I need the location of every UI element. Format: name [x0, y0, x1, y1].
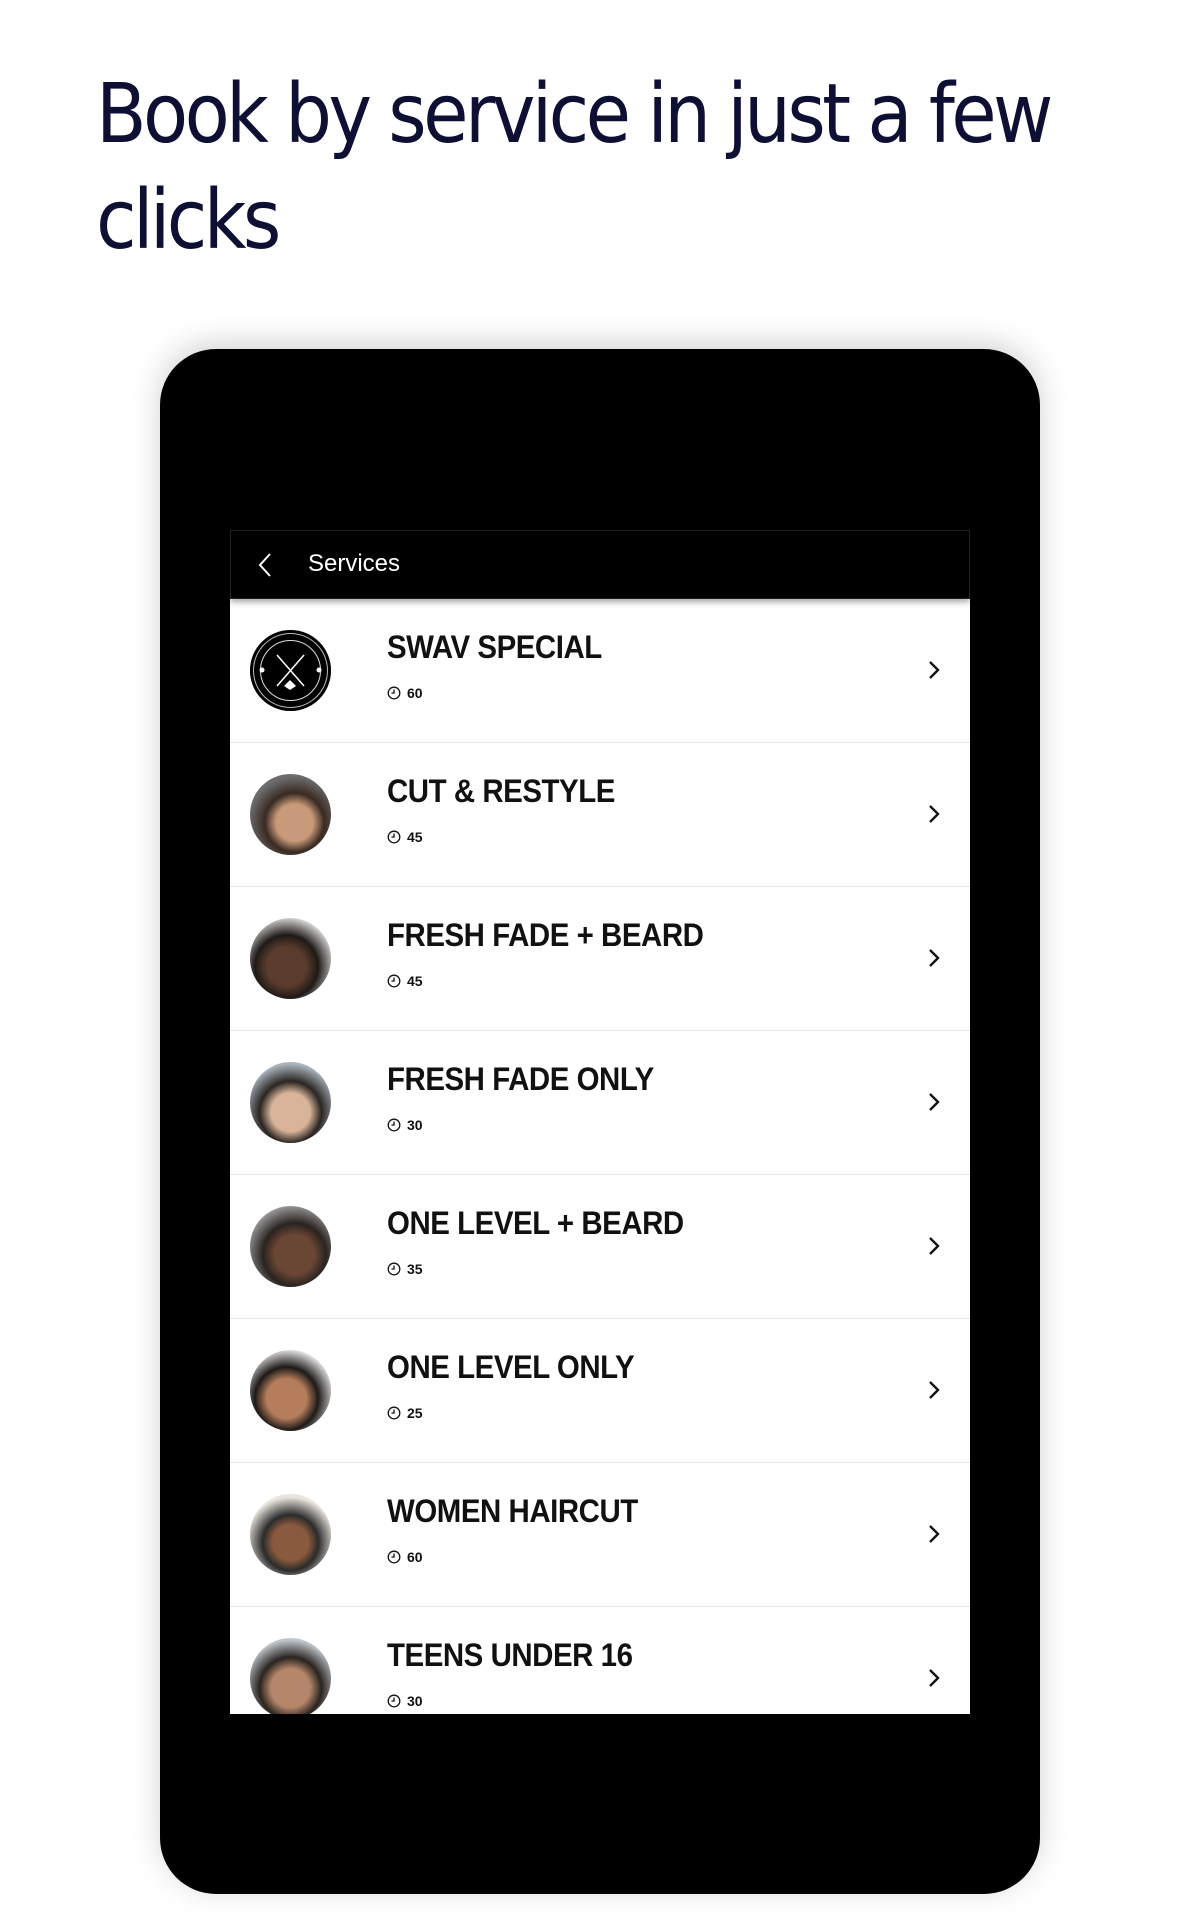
- duration-value: 45: [407, 973, 423, 989]
- duration-value: 35: [407, 1261, 423, 1277]
- service-name: WOMEN HAIRCUT: [387, 1493, 638, 1529]
- page-title: Services: [308, 550, 401, 577]
- service-avatar: [250, 1494, 331, 1575]
- service-duration: 60: [387, 685, 423, 701]
- clock-icon: [387, 1118, 401, 1132]
- service-duration: 45: [387, 973, 423, 989]
- service-duration: 60: [387, 1549, 423, 1565]
- duration-value: 30: [407, 1693, 423, 1709]
- service-avatar: [250, 918, 331, 999]
- service-name: CUT & RESTYLE: [387, 773, 615, 809]
- chevron-right-icon[interactable]: [926, 1089, 942, 1115]
- service-row[interactable]: ONE LEVEL ONLY 25: [230, 1319, 970, 1463]
- headline: Book by service in just a few clicks: [96, 67, 1053, 268]
- service-avatar: [250, 630, 331, 711]
- service-row[interactable]: CUT & RESTYLE 45: [230, 743, 970, 887]
- service-name: ONE LEVEL + BEARD: [387, 1205, 684, 1241]
- clock-icon: [387, 1262, 401, 1276]
- service-row[interactable]: WOMEN HAIRCUT 60: [230, 1463, 970, 1607]
- chevron-left-icon[interactable]: [253, 551, 279, 579]
- chevron-right-icon[interactable]: [926, 657, 942, 683]
- service-duration: 30: [387, 1117, 423, 1133]
- duration-value: 30: [407, 1117, 423, 1133]
- service-row[interactable]: ONE LEVEL + BEARD 35: [230, 1175, 970, 1319]
- clock-icon: [387, 1694, 401, 1708]
- service-row[interactable]: FRESH FADE + BEARD 45: [230, 887, 970, 1031]
- chevron-right-icon[interactable]: [926, 801, 942, 827]
- service-row[interactable]: FRESH FADE ONLY 30: [230, 1031, 970, 1175]
- app-bar: Services: [230, 530, 970, 599]
- duration-value: 25: [407, 1405, 423, 1421]
- service-duration: 25: [387, 1405, 423, 1421]
- logo-icon: [259, 640, 322, 701]
- service-name: TEENS UNDER 16: [387, 1637, 633, 1673]
- clock-icon: [387, 974, 401, 988]
- service-avatar: [250, 1206, 331, 1287]
- chevron-right-icon[interactable]: [926, 1521, 942, 1547]
- chevron-right-icon[interactable]: [926, 1233, 942, 1259]
- service-duration: 30: [387, 1693, 423, 1709]
- service-name: ONE LEVEL ONLY: [387, 1349, 635, 1385]
- service-row[interactable]: SWAV SPECIAL 60: [230, 599, 970, 743]
- clock-icon: [387, 1550, 401, 1564]
- service-duration: 45: [387, 829, 423, 845]
- clock-icon: [387, 830, 401, 844]
- clock-icon: [387, 1406, 401, 1420]
- service-name: FRESH FADE ONLY: [387, 1061, 654, 1097]
- duration-value: 60: [407, 685, 423, 701]
- service-avatar: [250, 774, 331, 855]
- chevron-right-icon[interactable]: [926, 1377, 942, 1403]
- service-name: FRESH FADE + BEARD: [387, 917, 704, 953]
- duration-value: 45: [407, 829, 423, 845]
- chevron-right-icon[interactable]: [926, 945, 942, 971]
- service-avatar: [250, 1638, 331, 1714]
- clock-icon: [387, 686, 401, 700]
- service-row[interactable]: TEENS UNDER 16 30: [230, 1607, 970, 1714]
- service-list: SWAV SPECIAL 60 CUT & RESTYLE 45 FRESH F…: [230, 599, 970, 1714]
- app-screen: Services SWAV SPECIAL 60 CUT & RESTYLE 4…: [230, 530, 970, 1714]
- service-avatar: [250, 1350, 331, 1431]
- service-duration: 35: [387, 1261, 423, 1277]
- service-name: SWAV SPECIAL: [387, 629, 602, 665]
- duration-value: 60: [407, 1549, 423, 1565]
- chevron-right-icon[interactable]: [926, 1665, 942, 1691]
- service-avatar: [250, 1062, 331, 1143]
